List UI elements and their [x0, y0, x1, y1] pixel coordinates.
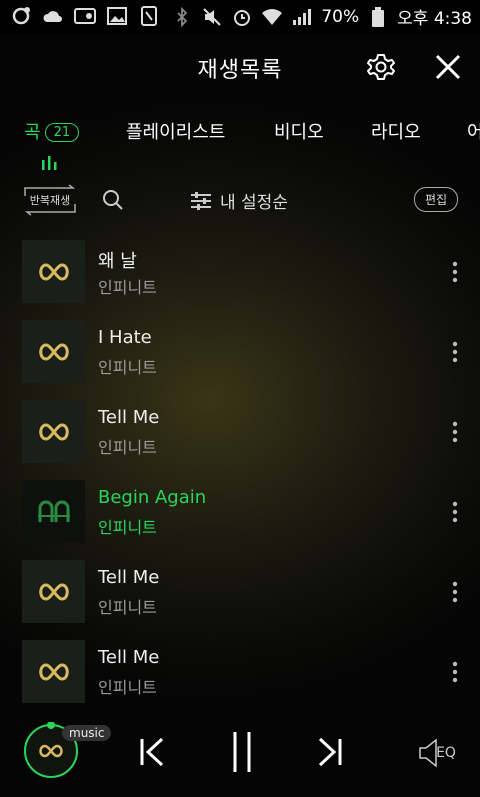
list-toolbar: 반복재생 내 설정순 편집: [0, 180, 480, 220]
album-thumbnail: [22, 480, 85, 543]
alarm-icon: [231, 6, 253, 28]
more-options-button[interactable]: [446, 260, 464, 284]
song-list: 왜 날 인피니트 I Hate 인피니트 Tell Me 인피니트 Begin …: [0, 240, 480, 720]
more-options-button[interactable]: [446, 500, 464, 524]
list-item[interactable]: Tell Me 인피니트: [0, 400, 480, 480]
song-artist: 인피니트: [98, 678, 157, 697]
prev-icon: [140, 737, 164, 767]
tab-songs-label: 곡: [24, 122, 41, 143]
player-bar: music EQ: [0, 712, 480, 797]
more-vertical-icon: [452, 421, 458, 443]
album-thumbnail: [22, 560, 85, 623]
song-artist: 인피니트: [98, 438, 157, 457]
song-title: I Hate: [98, 327, 152, 348]
song-title: Tell Me: [98, 407, 160, 428]
more-vertical-icon: [452, 661, 458, 683]
pause-button[interactable]: [226, 730, 258, 774]
pause-icon: [233, 732, 251, 772]
album-thumbnail: [22, 240, 85, 303]
tab-songs[interactable]: 곡 21: [24, 118, 80, 170]
header: 재생목록: [0, 34, 480, 100]
infinity-logo-icon: [38, 662, 69, 681]
search-button[interactable]: [102, 189, 124, 215]
previous-button[interactable]: [136, 736, 168, 768]
tab-playlists[interactable]: 플레이리스트: [126, 118, 225, 144]
more-vertical-icon: [452, 261, 458, 283]
sort-label: 내 설정순: [220, 193, 288, 213]
tab-radio[interactable]: 라디오: [371, 118, 421, 144]
more-options-button[interactable]: [446, 420, 464, 444]
song-count-badge: 21: [44, 123, 80, 142]
sort-button[interactable]: 내 설정순: [190, 188, 288, 213]
song-artist: 인피니트: [98, 278, 157, 297]
category-tabs: 곡 21 플레이리스트 비디오 라디오 어: [0, 110, 480, 170]
list-item-now-playing[interactable]: Begin Again 인피니트: [0, 480, 480, 560]
more-options-button[interactable]: [446, 660, 464, 684]
settings-icon: [367, 54, 395, 80]
music-badge: music: [62, 725, 112, 741]
screenshot-icon: [138, 5, 160, 27]
gallery-icon: [106, 5, 128, 27]
repeat-play-label: 반복재생: [29, 194, 71, 207]
equalizer-indicator-icon: [41, 154, 59, 175]
list-item[interactable]: 왜 날 인피니트: [0, 240, 480, 320]
cloud-icon: [42, 5, 64, 27]
settings-button[interactable]: [364, 50, 398, 84]
album-thumbnail: [22, 400, 85, 463]
battery-percent: 70%: [321, 6, 360, 27]
more-options-button[interactable]: [446, 580, 464, 604]
signal-icon: [291, 6, 313, 28]
page-title: 재생목록: [197, 58, 283, 83]
infinity-logo-icon: [38, 342, 69, 361]
song-artist: 인피니트: [98, 358, 157, 377]
song-artist: 인피니트: [98, 518, 157, 537]
tab-videos[interactable]: 비디오: [274, 118, 324, 144]
more-vertical-icon: [452, 341, 458, 363]
more-vertical-icon: [452, 501, 458, 523]
list-item[interactable]: Tell Me 인피니트: [0, 640, 480, 720]
message-icon: [74, 5, 96, 27]
equalizer-button[interactable]: EQ: [414, 736, 460, 770]
infinity-logo-icon: [38, 262, 69, 281]
next-icon: [318, 737, 342, 767]
clock: 오후 4:38: [397, 9, 472, 29]
list-item[interactable]: I Hate 인피니트: [0, 320, 480, 400]
song-title: Begin Again: [98, 487, 207, 508]
infinity-logo-icon: [38, 422, 69, 441]
repeat-play-button[interactable]: 반복재생: [22, 184, 78, 216]
status-bar: 70% 오후 4:38: [0, 0, 480, 34]
close-button[interactable]: [431, 50, 465, 84]
infinity-logo-icon: [38, 582, 69, 601]
mute-icon: [201, 6, 223, 28]
eq-label: EQ: [436, 745, 456, 761]
tab-more[interactable]: 어: [467, 118, 480, 144]
list-item[interactable]: Tell Me 인피니트: [0, 560, 480, 640]
battery-icon: [367, 6, 389, 28]
begin-again-logo-icon: [37, 500, 70, 522]
wifi-icon: [261, 6, 283, 28]
album-thumbnail: [22, 640, 85, 703]
close-icon: [435, 54, 461, 80]
song-title: Tell Me: [98, 647, 160, 668]
song-title: Tell Me: [98, 567, 160, 588]
search-icon: [103, 190, 123, 210]
song-artist: 인피니트: [98, 598, 157, 617]
more-options-button[interactable]: [446, 340, 464, 364]
bluetooth-icon: [171, 6, 193, 28]
song-title: 왜 날: [98, 251, 137, 272]
app-notification-icon: [10, 5, 32, 27]
next-button[interactable]: [314, 736, 346, 768]
edit-button[interactable]: 편집: [414, 187, 459, 212]
album-thumbnail: [22, 320, 85, 383]
sort-sliders-icon: [191, 191, 211, 210]
more-vertical-icon: [452, 581, 458, 603]
